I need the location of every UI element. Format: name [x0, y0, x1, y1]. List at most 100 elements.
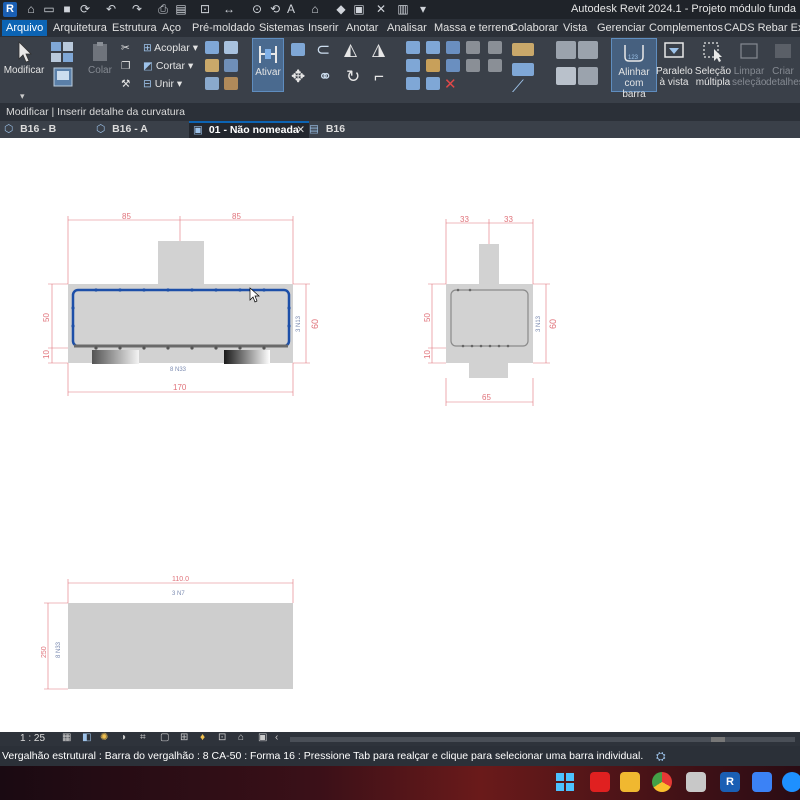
paint-icon[interactable] — [205, 59, 219, 72]
sync-icon[interactable]: ⟳ — [78, 2, 92, 16]
offset-icon[interactable]: ⊂ — [316, 40, 330, 60]
tab-pre-moldado[interactable]: Pré-moldado — [192, 21, 255, 35]
revit-logo[interactable]: R — [3, 2, 17, 17]
text-a-icon[interactable]: A — [284, 2, 298, 16]
tag-icon[interactable]: ⊙ — [250, 2, 264, 16]
switch-windows-icon[interactable]: ▥ — [396, 2, 410, 16]
tab-colaborar[interactable]: Colaborar — [510, 21, 558, 35]
notepad-icon[interactable] — [752, 772, 772, 792]
snipping-tool-icon[interactable] — [686, 772, 706, 792]
array-icon[interactable] — [406, 59, 420, 72]
print-icon[interactable]: ⎙ — [156, 2, 170, 16]
hammer-icon[interactable] — [224, 77, 238, 90]
scale-label[interactable]: 1 : 25 — [20, 733, 45, 744]
demolish-icon[interactable] — [224, 59, 238, 72]
home-icon[interactable]: ⌂ — [24, 2, 38, 16]
tab-estrutura[interactable]: Estrutura — [112, 21, 157, 35]
drawing-canvas[interactable]: 85 85 50 10 60 170 8 N33 3 N13 33 33 50 … — [0, 138, 800, 732]
limpar-selecao-button[interactable]: Limpar seleção — [732, 40, 766, 88]
chrome-icon[interactable] — [652, 772, 672, 792]
detail-level-icon[interactable]: ▦ — [62, 732, 71, 743]
scroll-left-icon[interactable]: ‹ — [275, 732, 278, 743]
rebar-host-icon[interactable] — [578, 67, 598, 85]
rotate-icon[interactable]: ↻ — [346, 67, 360, 87]
view-1-section[interactable]: 85 85 50 10 60 170 8 N33 3 N13 — [42, 212, 320, 396]
tab-massa-terreno[interactable]: Massa e terreno — [434, 21, 513, 35]
properties-icon[interactable] — [50, 41, 76, 63]
temp-hide-icon[interactable]: ♦ — [200, 732, 205, 743]
tab-complementos[interactable]: Complementos — [649, 21, 723, 35]
file-explorer-icon[interactable] — [620, 772, 640, 792]
windows-start-icon[interactable] — [555, 772, 575, 792]
acoplar-button[interactable]: ⊞ Acoplar ▾ — [143, 40, 198, 56]
view-tab-b16-b[interactable]: ⬡ B16 - B — [4, 121, 92, 138]
view-dropdown-icon[interactable] — [488, 41, 502, 54]
crop-view-icon[interactable]: ⌗ — [140, 732, 146, 743]
tab-sistemas[interactable]: Sistemas — [259, 21, 304, 35]
copy-element-icon[interactable]: ⚭ — [318, 67, 332, 87]
split-face-icon[interactable] — [224, 41, 238, 54]
thin-lines-icon[interactable]: ▣ — [352, 2, 366, 16]
3d-view-icon[interactable]: ⌂ — [308, 2, 322, 16]
tab-arquivo[interactable]: Arquivo — [2, 20, 48, 36]
mirror-draw-icon[interactable]: ◮ — [372, 40, 385, 60]
create-icon[interactable] — [512, 63, 534, 76]
tab-cads-rebar[interactable]: CADS Rebar Extensi — [724, 21, 800, 35]
modify-dropdown-icon[interactable]: ▾ — [20, 91, 25, 102]
rebar-line-icon[interactable]: ⟋ — [512, 77, 524, 97]
analytical-icon[interactable]: ⌂ — [238, 732, 244, 743]
align-dim-icon[interactable]: ↔ — [222, 2, 236, 16]
tab-anotar[interactable]: Anotar — [346, 21, 378, 35]
cortar-button[interactable]: ◩ Cortar ▾ — [143, 58, 193, 74]
modificar-button[interactable]: Modificar — [2, 41, 46, 76]
revit-taskbar-icon[interactable]: R — [720, 772, 740, 792]
selecao-multipla-button[interactable]: Seleção múltipla — [694, 40, 732, 88]
redo-icon[interactable]: ↷ — [130, 2, 144, 16]
ungroup-icon[interactable] — [426, 77, 440, 90]
paralelo-a-vista-button[interactable]: Paralelo à vista — [656, 40, 693, 88]
measure-icon[interactable]: ⊡ — [198, 2, 212, 16]
app-icon[interactable] — [782, 772, 800, 792]
close-tab-icon[interactable]: ✕ — [296, 123, 305, 138]
open-icon[interactable]: ▭ — [42, 2, 56, 16]
dimension-icon[interactable] — [512, 43, 534, 56]
linework-icon[interactable] — [205, 77, 219, 90]
undo-icon[interactable]: ↶ — [104, 2, 118, 16]
tab-arquitetura[interactable]: Arquitetura — [53, 21, 107, 35]
qa-dropdown-icon[interactable]: ▾ — [416, 2, 430, 16]
type-properties-icon[interactable] — [53, 67, 73, 89]
rebar-shape-icon[interactable] — [556, 41, 576, 59]
move-icon[interactable]: ✥ — [291, 67, 305, 87]
view-3-plan[interactable]: 110.0 3 N7 250 8 N33 — [41, 576, 294, 690]
sun-path-icon[interactable]: ✺ — [100, 732, 108, 743]
youtube-icon[interactable] — [590, 772, 610, 792]
text-icon[interactable]: ⟲ — [268, 2, 282, 16]
tab-aco[interactable]: Aço — [162, 21, 181, 35]
view-tab-b16-a[interactable]: ⬡ B16 - A — [96, 121, 186, 138]
tab-analisar[interactable]: Analisar — [387, 21, 427, 35]
measure-dropdown-icon[interactable] — [488, 59, 502, 72]
unpin-icon[interactable] — [446, 59, 460, 72]
view-tab-b16[interactable]: ▤ B16 — [309, 121, 369, 138]
mirror-axis-icon[interactable]: ◭ — [344, 40, 357, 60]
highlight-icon[interactable]: ▣ — [258, 732, 267, 743]
copy-icon[interactable]: ❐ — [121, 58, 130, 74]
show-crop-icon[interactable]: ▢ — [160, 732, 169, 743]
shadows-icon[interactable]: ◑ — [120, 732, 126, 743]
view-filter-icon[interactable] — [466, 41, 480, 54]
scroll-thumb[interactable] — [711, 737, 725, 742]
worksharing-icon[interactable]: ⛭ — [656, 749, 666, 764]
measure-tool-icon[interactable] — [466, 59, 480, 72]
tab-inserir[interactable]: Inserir — [308, 21, 339, 35]
pin-icon[interactable] — [446, 41, 460, 54]
rebar-set-icon[interactable] — [578, 41, 598, 59]
section-icon[interactable]: ◆ — [334, 2, 348, 16]
close-hidden-icon[interactable]: ✕ — [374, 2, 388, 16]
rebar-cover-icon[interactable] — [556, 67, 576, 85]
ativar-button[interactable]: Ativar — [252, 38, 284, 92]
delete-icon[interactable]: ✕ — [444, 75, 457, 93]
reveal-hidden-icon[interactable]: ⊡ — [218, 732, 226, 743]
trim-icon[interactable]: ⌐ — [374, 67, 384, 87]
unlock-3d-icon[interactable]: ⊞ — [180, 732, 188, 743]
save-icon[interactable]: ■ — [60, 2, 74, 16]
